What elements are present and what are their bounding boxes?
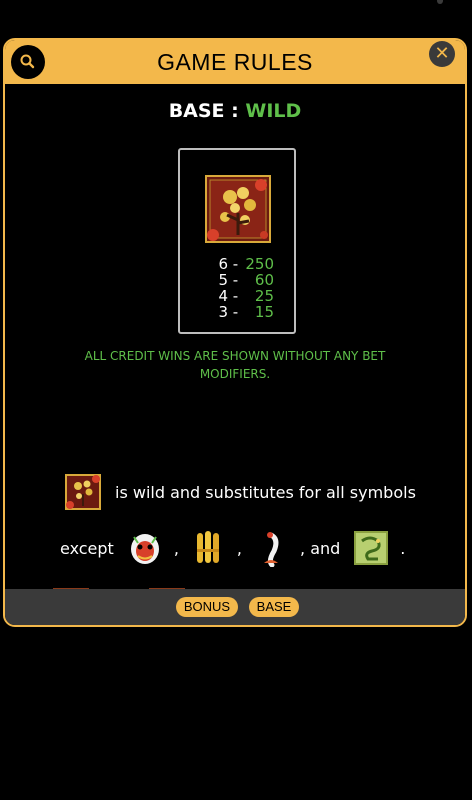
rules-modal: GAME RULES BASE : WILD 6 - 250 5 - 60 4 …	[3, 38, 467, 627]
close-button-tab	[437, 0, 443, 4]
payout-dash: -	[228, 271, 239, 289]
gold-ingots-symbol-icon	[196, 531, 219, 563]
modal-header: GAME RULES	[5, 40, 465, 84]
payout-count: 4	[218, 287, 228, 305]
crane-symbol-icon	[264, 532, 279, 567]
payout-count: 3	[218, 303, 228, 321]
section-label: BASE	[168, 100, 225, 122]
payout-table: 6 - 250 5 - 60 4 - 25 3 - 15	[180, 256, 294, 320]
symbol-paytable-card: 6 - 250 5 - 60 4 - 25 3 - 15	[178, 148, 296, 334]
comma: ,	[173, 538, 179, 558]
payout-dash: -	[228, 287, 239, 305]
wild-description: is wild and substitutes for all symbols	[65, 472, 416, 512]
payout-row: 3 - 15	[180, 304, 294, 320]
payout-dash: -	[228, 255, 239, 273]
payout-row: 4 - 25	[180, 288, 294, 304]
except-list: except , , , and .	[60, 528, 417, 568]
close-button[interactable]: ✕	[429, 41, 455, 67]
payout-value: 15	[254, 303, 274, 321]
wild-symbol-icon	[65, 474, 101, 510]
close-icon: ✕	[434, 43, 450, 64]
wild-symbol-icon	[205, 175, 271, 243]
section-title: BASE : WILD	[5, 100, 465, 122]
payout-count: 5	[218, 271, 228, 289]
payout-value: 60	[254, 271, 274, 289]
tab-bonus[interactable]: BONUS	[176, 597, 238, 617]
payout-dash: -	[228, 303, 239, 321]
period: .	[400, 538, 406, 558]
payout-count: 6	[218, 255, 228, 273]
payout-value: 25	[254, 287, 274, 305]
and-conjunction: , and	[300, 538, 341, 558]
payout-row: 5 - 60	[180, 272, 294, 288]
page-title: GAME RULES	[157, 49, 313, 75]
tab-bar: BONUS BASE	[5, 589, 465, 625]
credit-notice: ALL CREDIT WINS ARE SHOWN WITHOUT ANY BE…	[84, 349, 386, 381]
except-label: except	[60, 538, 114, 558]
wild-description-text: is wild and substitutes for all symbols	[115, 482, 416, 502]
payout-value: 250	[245, 255, 274, 273]
tab-base[interactable]: BASE	[249, 597, 299, 617]
lion-dance-symbol-icon	[130, 534, 159, 564]
comma: ,	[236, 538, 243, 558]
section-separator: :	[231, 100, 239, 122]
jade-dragon-symbol-icon	[354, 531, 389, 565]
section-name: WILD	[245, 100, 302, 122]
payout-row: 6 - 250	[180, 256, 294, 272]
